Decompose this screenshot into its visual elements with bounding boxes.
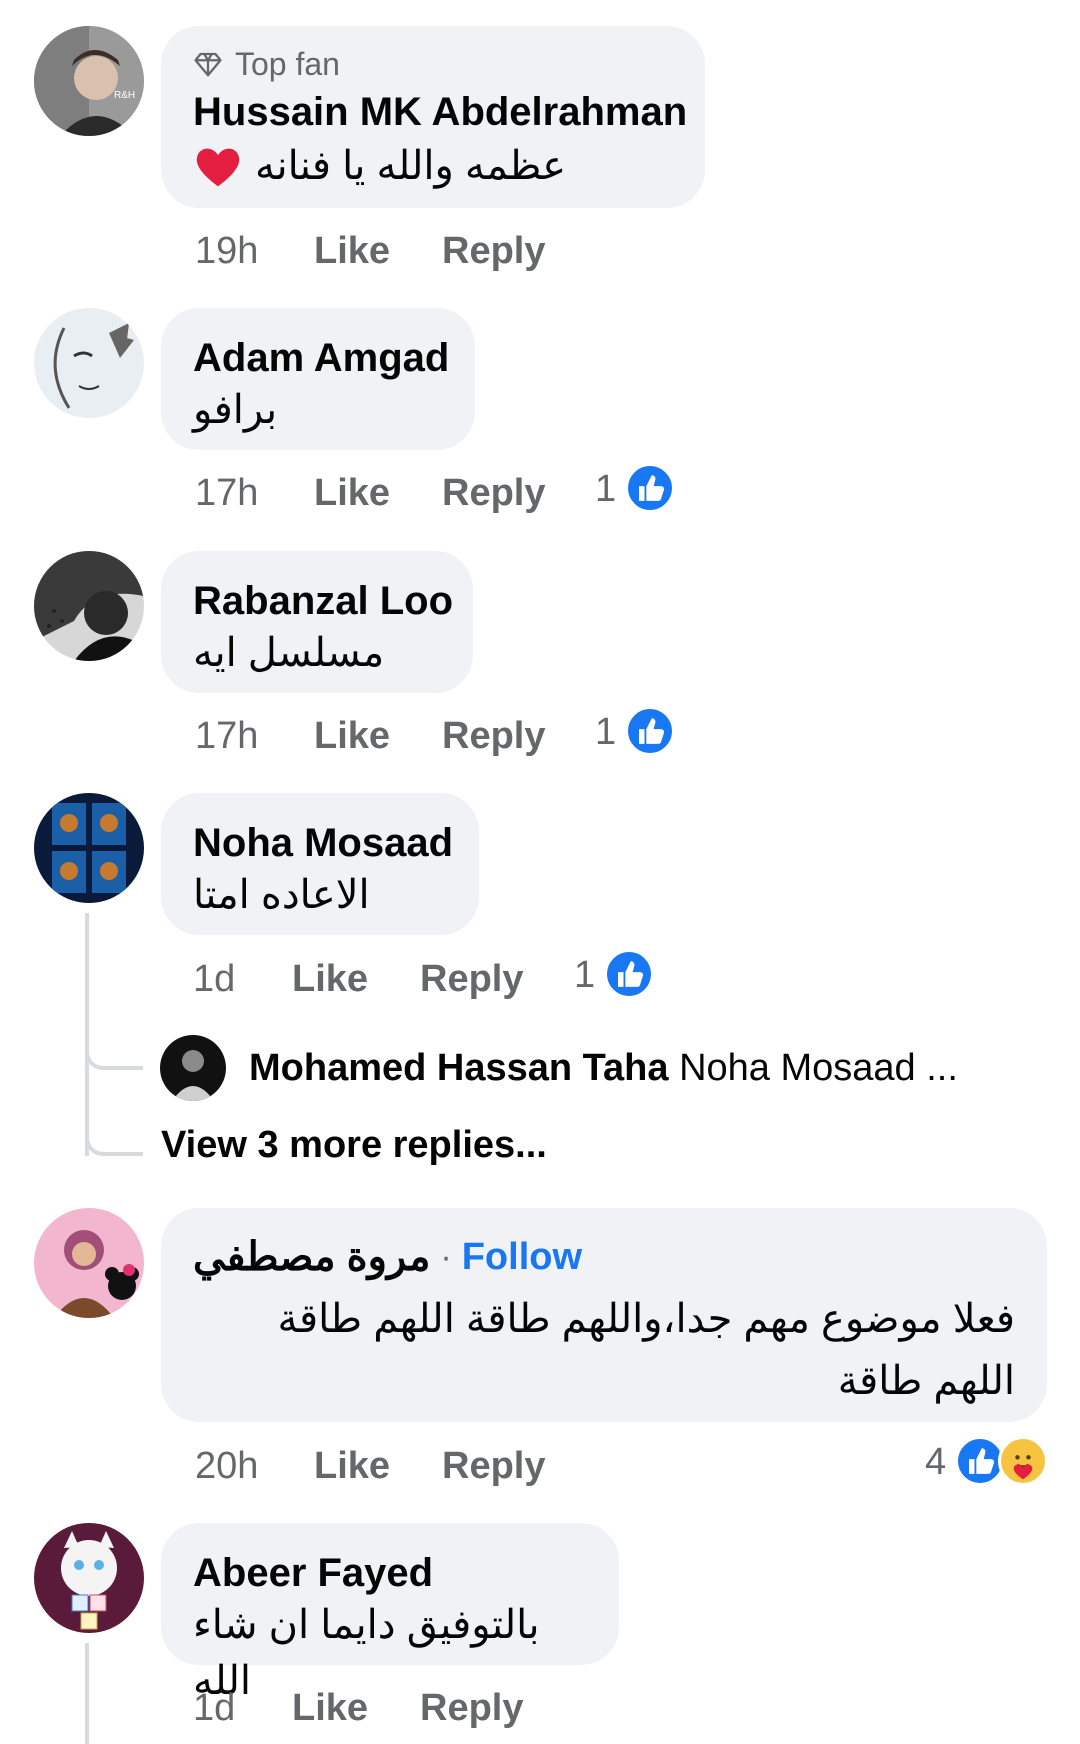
avatar-rabanzal[interactable]: [34, 551, 144, 661]
comment-author[interactable]: Abeer Fayed: [193, 1549, 587, 1597]
reply-connector: [85, 1040, 143, 1070]
avatar-noha[interactable]: [34, 793, 144, 903]
top-fan-badge: Top fan: [193, 46, 673, 82]
reply-text: Noha Mosaad ...: [679, 1047, 958, 1089]
reaction-count[interactable]: 4: [925, 1440, 946, 1484]
like-button[interactable]: Like: [314, 1444, 390, 1488]
comment-header: مروة مصطفي · Follow: [193, 1228, 1015, 1286]
view-more-replies[interactable]: View 3 more replies...: [161, 1123, 547, 1167]
comment-bubble[interactable]: Abeer Fayed بالتوفيق دايما ان شاء الله: [161, 1523, 619, 1703]
reply-button[interactable]: Reply: [420, 957, 523, 1001]
comment-time[interactable]: 20h: [195, 1444, 258, 1488]
reaction-count[interactable]: 1: [595, 467, 616, 511]
avatar-mohamed[interactable]: [160, 1035, 226, 1101]
comment-text: الاعاده امتا: [193, 873, 370, 917]
like-button[interactable]: Like: [292, 1686, 368, 1730]
comment-text: مسلسل ايه: [193, 631, 385, 675]
comment-bubble[interactable]: Rabanzal Loo مسلسل ايه: [161, 551, 473, 693]
like-reaction-icon[interactable]: [625, 706, 675, 756]
comment-author[interactable]: Noha Mosaad: [193, 819, 453, 867]
comment-time[interactable]: 17h: [195, 471, 258, 515]
reaction-count[interactable]: 1: [595, 710, 616, 754]
comment-text: برافو: [193, 388, 278, 432]
red-heart-emoji: [193, 141, 243, 191]
reply-button[interactable]: Reply: [442, 229, 545, 273]
comment-text: بالتوفيق دايما ان شاء الله: [193, 1603, 540, 1703]
avatar-hussain[interactable]: R&H: [34, 26, 144, 136]
svg-text:R&H: R&H: [114, 90, 135, 101]
comment-body: عظمه والله يا فنانه: [193, 138, 673, 194]
thread-line: [85, 913, 89, 1156]
like-button[interactable]: Like: [314, 471, 390, 515]
reply-button[interactable]: Reply: [442, 714, 545, 758]
comment-time[interactable]: 1d: [193, 1686, 235, 1730]
avatar-photo: [34, 1523, 144, 1633]
comment-time[interactable]: 1d: [193, 957, 235, 1001]
reply-preview[interactable]: Mohamed Hassan Taha Noha Mosaad ...: [249, 1046, 958, 1090]
comment-text: عظمه والله يا فنانه: [255, 144, 567, 188]
avatar-photo: [34, 551, 144, 661]
like-button[interactable]: Like: [314, 714, 390, 758]
like-button[interactable]: Like: [292, 957, 368, 1001]
comment-bubble[interactable]: Noha Mosaad الاعاده امتا: [161, 793, 479, 935]
comment-time[interactable]: 17h: [195, 714, 258, 758]
comment-author[interactable]: Adam Amgad: [193, 334, 449, 382]
care-reaction-icon[interactable]: [998, 1436, 1048, 1486]
comment-bubble[interactable]: Adam Amgad برافو: [161, 308, 475, 450]
reply-button[interactable]: Reply: [420, 1686, 523, 1730]
reply-author[interactable]: Mohamed Hassan Taha: [249, 1047, 669, 1089]
comment-time[interactable]: 19h: [195, 229, 258, 273]
reply-button[interactable]: Reply: [442, 1444, 545, 1488]
separator-dot: ·: [440, 1237, 452, 1276]
avatar-photo: R&H: [34, 26, 144, 136]
avatar-adam[interactable]: [34, 308, 144, 418]
comment-author[interactable]: مروة مصطفي: [193, 1231, 430, 1283]
avatar-marwa[interactable]: [34, 1208, 144, 1318]
reaction-count[interactable]: 1: [574, 953, 595, 997]
comment-bubble[interactable]: Top fan Hussain MK Abdelrahman عظمه والل…: [161, 26, 705, 208]
comment-bubble[interactable]: مروة مصطفي · Follow فعلا موضوع مهم جدا،و…: [161, 1208, 1047, 1422]
comment-author[interactable]: Hussain MK Abdelrahman: [193, 88, 687, 136]
reply-button[interactable]: Reply: [442, 471, 545, 515]
top-fan-diamond-icon: [193, 49, 223, 79]
thread-line: [85, 1643, 89, 1744]
comment-author[interactable]: Rabanzal Loo: [193, 577, 453, 625]
avatar-photo: [34, 308, 144, 418]
avatar-abeer[interactable]: [34, 1523, 144, 1633]
avatar-photo: [34, 1208, 144, 1318]
comment-text: فعلا موضوع مهم جدا،واللهم طاقة اللهم طاق…: [277, 1297, 1015, 1403]
follow-button[interactable]: Follow: [462, 1236, 582, 1279]
top-fan-label: Top fan: [235, 45, 340, 82]
reply-connector: [85, 1124, 143, 1156]
avatar-photo: [160, 1035, 226, 1101]
avatar-photo: [34, 793, 144, 903]
like-reaction-icon[interactable]: [604, 949, 654, 999]
like-reaction-icon[interactable]: [625, 463, 675, 513]
like-button[interactable]: Like: [314, 229, 390, 273]
